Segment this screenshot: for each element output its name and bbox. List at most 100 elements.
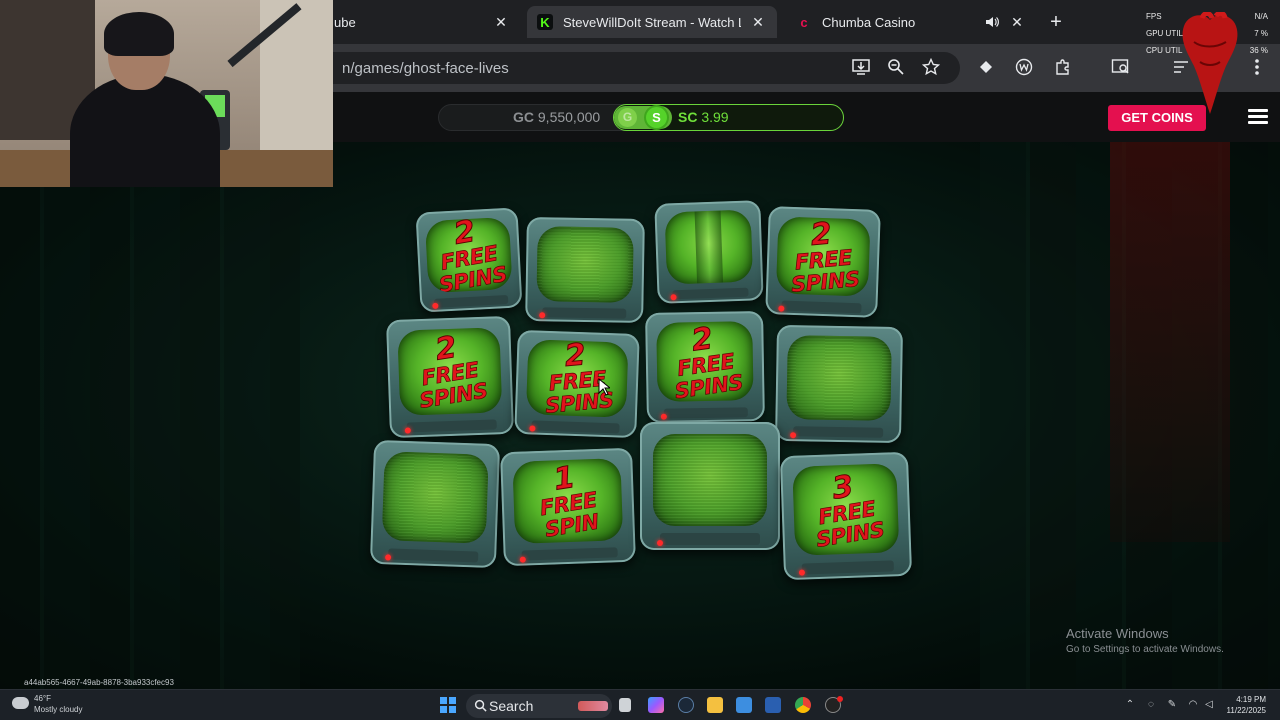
tv-display <box>652 433 768 526</box>
tv-screen[interactable]: 2 FREE SPINS <box>415 207 523 313</box>
copilot-icon[interactable] <box>648 697 664 713</box>
url-text: n/games/ghost-face-lives <box>342 60 509 77</box>
tv-power-led <box>670 294 677 301</box>
tab-close-icon[interactable]: ✕ <box>492 13 510 31</box>
hamburger-menu-icon[interactable] <box>1248 109 1268 125</box>
cpu-label: CPU UTIL <box>1146 46 1183 55</box>
prize-number: 2 <box>433 329 460 368</box>
tray-app-icon[interactable]: ◌ <box>1145 699 1157 711</box>
search-label: Search <box>489 698 534 714</box>
tv-screen[interactable] <box>369 439 501 569</box>
watermark-subtitle: Go to Settings to activate Windows. <box>1066 644 1224 655</box>
tab-youtube[interactable]: ube ✕ <box>320 6 520 38</box>
tv-display: 2 FREE SPINS <box>525 339 629 418</box>
tv-power-led <box>790 431 797 438</box>
tv-power-led <box>404 427 411 435</box>
tv-screen[interactable] <box>654 200 764 304</box>
steam-icon[interactable] <box>678 697 694 713</box>
tv-base <box>434 295 509 308</box>
extension-w-icon[interactable] <box>1013 56 1035 78</box>
prize-number: 3 <box>829 468 856 507</box>
tab-chumba-casino[interactable]: c Chumba Casino ✕ <box>786 6 1036 38</box>
game-canvas[interactable]: 2 FREE SPINS 2 FREE SPINS 2 FREE SPINS 2 FREE SPINS… <box>0 142 1280 689</box>
tab-search-icon[interactable] <box>1110 56 1132 78</box>
streamer-hat <box>104 12 174 56</box>
tv-power-led <box>656 540 663 547</box>
extension-diamond-icon[interactable] <box>975 56 997 78</box>
currency-toggle[interactable]: G S <box>614 106 672 129</box>
tv-screen[interactable]: 1 FREE SPIN <box>500 447 636 567</box>
install-app-icon[interactable] <box>850 56 872 78</box>
search-icon <box>474 699 487 712</box>
tv-screen[interactable]: 2 FREE SPINS <box>645 310 765 424</box>
sc-value: 3.99 <box>701 109 729 125</box>
tray-pen-icon[interactable]: ✎ <box>1166 699 1178 711</box>
taskbar-clock[interactable]: 4:19 PM 11/22/2025 <box>1218 694 1266 716</box>
zoom-icon[interactable] <box>885 56 907 78</box>
wifi-icon[interactable]: ◠ <box>1187 699 1199 711</box>
free-spins-prize: 1 FREE SPIN <box>512 458 623 544</box>
bookmark-star-icon[interactable] <box>920 56 942 78</box>
chumba-c-icon: c <box>800 14 808 30</box>
tv-power-led <box>519 556 526 563</box>
tab-close-icon[interactable]: ✕ <box>1008 13 1026 31</box>
tv-base <box>663 406 749 419</box>
tab-title: SteveWillDoIt Stream - Watch L <box>563 14 741 30</box>
prize-number: 2 <box>688 321 715 358</box>
streamer <box>70 12 220 187</box>
balance-pill: GC 9,550,000 G S SC 3.99 <box>438 104 844 131</box>
gc-toggle-knob: G <box>618 108 637 127</box>
tab-close-icon[interactable]: ✕ <box>749 13 767 31</box>
tv-base <box>792 426 884 439</box>
photos-icon[interactable] <box>736 697 752 713</box>
tv-screen[interactable]: 2 FREE SPINS <box>385 315 515 439</box>
performance-overlay: FPS N/A GPU UTIL 7 % CPU UTIL 36 % <box>1140 8 1272 64</box>
tv-screen[interactable]: 2 FREE SPINS <box>765 206 881 318</box>
new-tab-button[interactable]: + <box>1044 10 1068 34</box>
sweeps-coin-balance: SC 3.99 <box>678 109 729 125</box>
speaker-icon[interactable] <box>984 14 1000 30</box>
tv-base <box>521 547 618 562</box>
weather-condition: Mostly cloudy <box>34 705 83 714</box>
sc-label: SC <box>678 109 698 125</box>
tv-base <box>531 420 620 434</box>
store-icon[interactable] <box>765 697 781 713</box>
kick-k-icon: K <box>537 14 553 30</box>
tv-display: 2 FREE SPINS <box>397 326 503 416</box>
free-spins-prize: 2 FREE SPINS <box>526 340 629 418</box>
cloud-icon <box>12 697 29 709</box>
screen: ube ✕ K SteveWillDoIt Stream - Watch L ✕… <box>0 0 1280 720</box>
clock-date: 11/22/2025 <box>1226 706 1266 715</box>
tv-display <box>786 335 892 421</box>
temperature: 46°F <box>34 694 51 703</box>
extensions-puzzle-icon[interactable] <box>1052 56 1074 78</box>
tv-display <box>664 209 754 285</box>
chrome-icon[interactable] <box>795 697 811 713</box>
tv-screen[interactable]: 3 FREE SPINS <box>779 451 913 581</box>
free-spins-prize: 2 FREE SPINS <box>425 217 512 293</box>
fps-label: FPS <box>1146 12 1162 21</box>
tab-kick-stream[interactable]: K SteveWillDoIt Stream - Watch L ✕ <box>527 6 777 38</box>
tab-title: Chumba Casino <box>822 14 916 30</box>
tv-power-led <box>432 302 439 309</box>
gc-value: 9,550,000 <box>537 109 601 125</box>
taskbar-search[interactable]: Search <box>466 694 612 718</box>
tv-power-led <box>385 554 392 561</box>
tv-screen[interactable] <box>774 324 904 444</box>
volume-icon[interactable]: ◁ <box>1203 699 1215 711</box>
sc-toggle-knob: S <box>646 107 667 128</box>
tv-base <box>780 300 862 314</box>
file-explorer-icon[interactable] <box>707 697 723 713</box>
tv-screen[interactable]: 2 FREE SPINS <box>514 329 640 439</box>
tv-screen[interactable] <box>640 422 780 550</box>
windows-start-icon[interactable] <box>440 697 456 713</box>
tv-display <box>536 226 635 304</box>
tv-screen[interactable] <box>525 216 645 324</box>
tray-chevron-icon[interactable]: ⌃ <box>1124 699 1136 711</box>
tv-display: 3 FREE SPINS <box>791 463 900 557</box>
tv-power-led <box>539 312 546 319</box>
prize-text-2: SPINS <box>790 266 861 297</box>
prize-number: 2 <box>809 216 834 253</box>
task-view-icon[interactable] <box>619 698 631 712</box>
tv-display: 2 FREE SPINS <box>655 321 754 402</box>
